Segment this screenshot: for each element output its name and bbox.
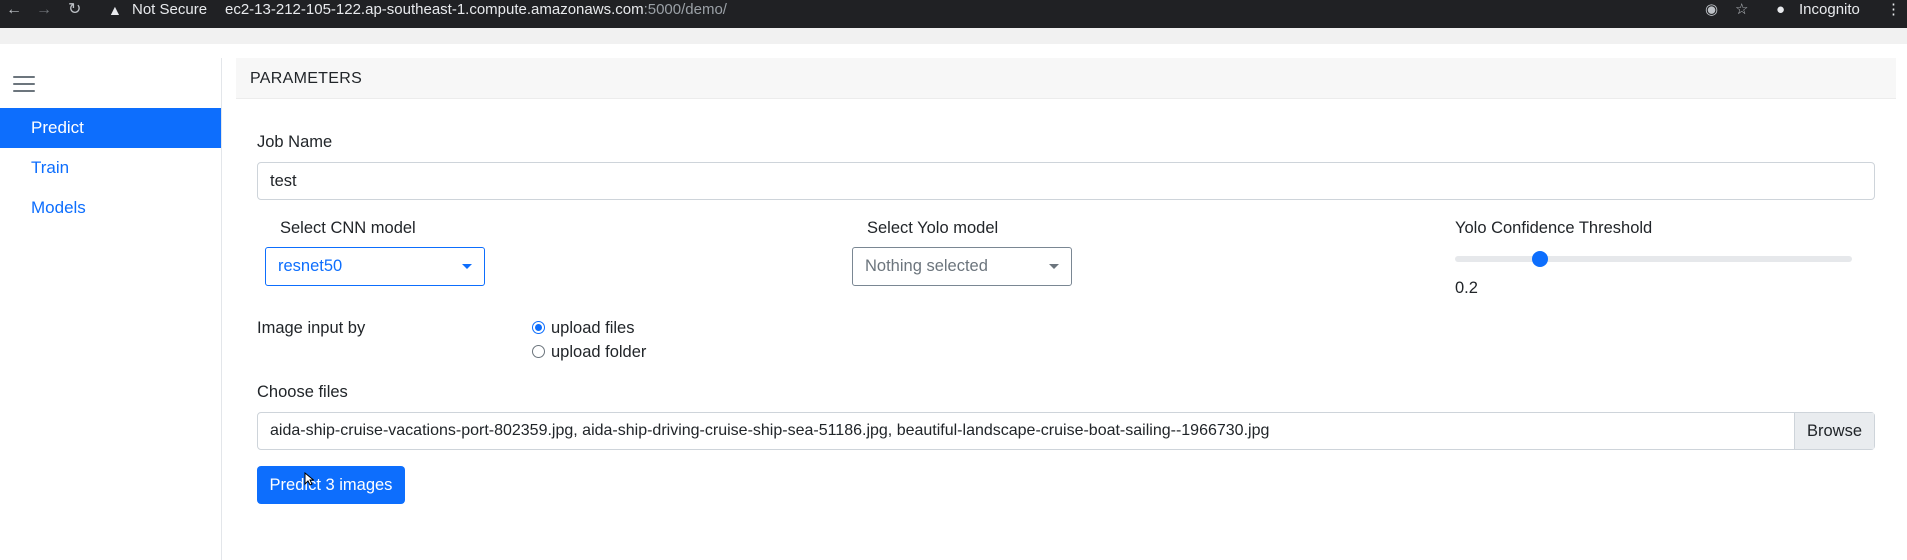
yolo-model-label: Select Yolo model: [867, 219, 999, 237]
threshold-slider-track[interactable]: [1455, 256, 1852, 262]
incognito-icon: ●: [1776, 1, 1786, 18]
profile-label[interactable]: Incognito: [1799, 0, 1860, 20]
url-path: :5000/demo/: [643, 1, 727, 18]
hamburger-menu-icon[interactable]: [13, 76, 35, 94]
forward-icon[interactable]: →: [36, 0, 52, 20]
mouse-cursor-icon: [304, 472, 314, 486]
star-icon[interactable]: ☆: [1735, 0, 1748, 20]
image-input-label: Image input by: [257, 319, 366, 337]
predict-button[interactable]: Predict 3 images: [257, 466, 405, 504]
threshold-value: 0.2: [1455, 279, 1478, 297]
job-name-input[interactable]: test: [257, 162, 1875, 200]
yolo-model-select[interactable]: Nothing selected: [852, 247, 1072, 286]
sidebar-item-predict[interactable]: Predict: [0, 108, 221, 148]
job-name-label: Job Name: [257, 133, 333, 151]
card-title: PARAMETERS: [250, 70, 363, 87]
file-input[interactable]: aida-ship-cruise-vacations-port-802359.j…: [257, 412, 1875, 450]
eye-off-icon[interactable]: ◉: [1705, 0, 1718, 20]
choose-files-label: Choose files: [257, 383, 348, 401]
back-icon[interactable]: ←: [6, 0, 22, 20]
chevron-down-icon: [462, 264, 472, 269]
yolo-model-value: Nothing selected: [865, 257, 988, 275]
threshold-slider-thumb[interactable]: [1532, 251, 1548, 267]
threshold-label: Yolo Confidence Threshold: [1455, 219, 1653, 237]
upload-files-radio[interactable]: [532, 321, 545, 334]
card-header: PARAMETERS: [236, 58, 1896, 99]
warning-icon[interactable]: ▲: [108, 0, 122, 20]
sidebar-item-train[interactable]: Train: [0, 148, 221, 188]
upload-folder-radio[interactable]: [532, 345, 545, 358]
chevron-down-icon: [1049, 264, 1059, 269]
url-bar[interactable]: ec2-13-212-105-122.ap-southeast-1.comput…: [225, 0, 727, 20]
sidebar: Predict Train Models: [0, 58, 222, 560]
reload-icon[interactable]: ↻: [68, 0, 81, 20]
cnn-model-value: resnet50: [278, 257, 343, 275]
sidebar-item-models[interactable]: Models: [0, 188, 221, 228]
cnn-model-label: Select CNN model: [280, 219, 416, 237]
upload-files-label[interactable]: upload files: [551, 319, 634, 338]
browse-button[interactable]: Browse: [1794, 413, 1874, 449]
bookmarks-bar: [0, 28, 1907, 44]
kebab-menu-icon[interactable]: ⋮: [1886, 0, 1901, 20]
upload-folder-label[interactable]: upload folder: [551, 343, 646, 362]
cnn-model-select[interactable]: resnet50: [265, 247, 485, 286]
selected-files-text: aida-ship-cruise-vacations-port-802359.j…: [270, 422, 1270, 439]
browser-toolbar: ← → ↻ ▲ Not Secure ec2-13-212-105-122.ap…: [0, 0, 1907, 28]
url-host: ec2-13-212-105-122.ap-southeast-1.comput…: [225, 1, 644, 18]
security-label[interactable]: Not Secure: [132, 0, 207, 20]
